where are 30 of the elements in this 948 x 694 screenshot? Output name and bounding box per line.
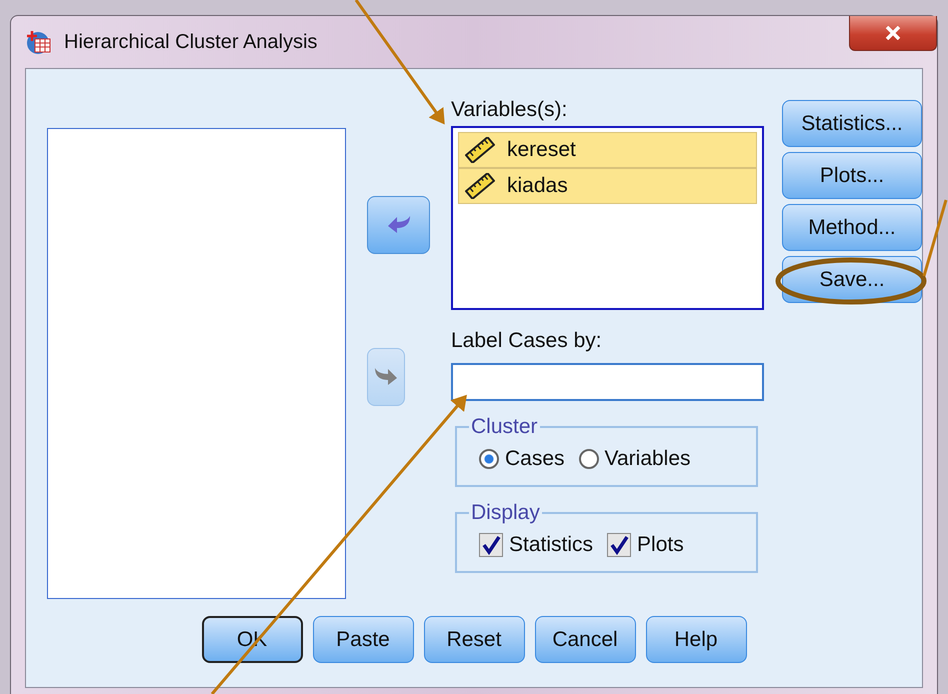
dialog-button[interactable]: Cancel <box>534 616 636 663</box>
table-icon <box>26 29 52 55</box>
variables-list[interactable]: kereset kiadas <box>451 126 764 310</box>
checkbox[interactable] <box>479 533 503 557</box>
arrow-icon <box>386 214 412 236</box>
group-title: Cluster <box>470 415 539 439</box>
arrow-icon <box>373 366 399 388</box>
dialog-button[interactable]: Reset <box>424 616 524 663</box>
close-button[interactable] <box>849 16 937 51</box>
variables-label: Variables(s): <box>451 98 568 122</box>
dialog-button[interactable]: Help <box>646 616 746 663</box>
checkbox[interactable] <box>607 533 632 557</box>
dialog-button[interactable]: Paste <box>312 616 414 663</box>
checkbox-option[interactable]: Statistics <box>479 533 594 557</box>
radio-button[interactable] <box>578 449 599 469</box>
dialog-button[interactable]: Method... <box>782 204 922 251</box>
checkbox-option[interactable]: Plots <box>607 533 684 557</box>
variable-item[interactable]: kiadas <box>458 168 757 204</box>
dialog-button[interactable]: Plots... <box>782 152 922 199</box>
dialog-button[interactable]: Statistics... <box>782 100 922 147</box>
label-cases-field[interactable] <box>451 363 764 401</box>
close-icon <box>885 26 901 40</box>
radio-option[interactable]: Variables <box>578 447 691 471</box>
variable-item[interactable]: kereset <box>458 132 757 168</box>
window-title: Hierarchical Cluster Analysis <box>64 30 318 54</box>
move-in-button[interactable] <box>367 196 430 254</box>
label-cases-label: Label Cases by: <box>451 329 602 353</box>
group-title: Display <box>470 501 541 525</box>
radio-option[interactable]: Cases <box>479 447 565 471</box>
radio-button[interactable] <box>479 449 499 469</box>
